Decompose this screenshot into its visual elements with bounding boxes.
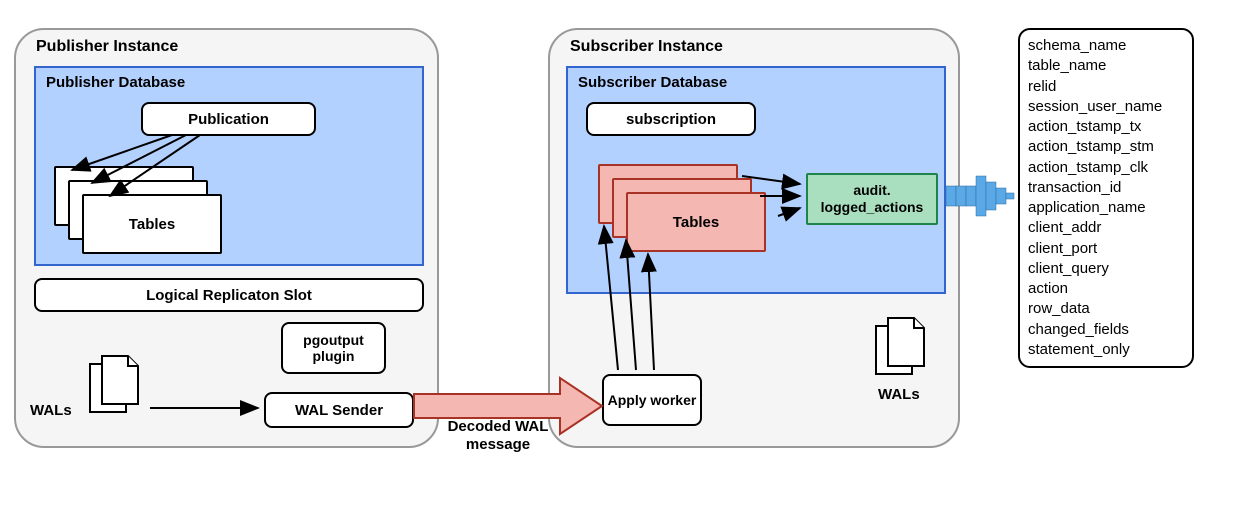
publisher-tables-stack: Tables — [54, 166, 214, 254]
subscriber-instance: Subscriber Instance Subscriber Database … — [548, 28, 960, 448]
field-item: action_tstamp_stm — [1028, 137, 1184, 157]
field-item: table_name — [1028, 56, 1184, 76]
pgoutput-box: pgoutput plugin — [281, 322, 386, 374]
decoded-wal-label: Decoded WAL message — [438, 418, 558, 454]
audit-box: audit. logged_actions — [806, 173, 938, 225]
publisher-instance-title: Publisher Instance — [36, 38, 178, 56]
pgoutput-label: pgoutput plugin — [283, 332, 384, 364]
subscriber-database: Subscriber Database subscription Tables … — [566, 66, 946, 294]
field-item: changed_fields — [1028, 320, 1184, 340]
apply-worker-label: Apply worker — [608, 392, 697, 408]
publisher-instance: Publisher Instance Publisher Database Pu… — [14, 28, 439, 448]
field-item: relid — [1028, 77, 1184, 97]
replication-slot-box: Logical Replicaton Slot — [34, 278, 424, 312]
publication-label: Publication — [188, 111, 269, 128]
subscription-box: subscription — [586, 102, 756, 136]
audit-label: audit. logged_actions — [808, 182, 936, 216]
field-item: row_data — [1028, 299, 1184, 319]
subscriber-tables-stack: Tables — [598, 164, 768, 254]
replication-slot-label: Logical Replicaton Slot — [146, 287, 312, 304]
publisher-database-title: Publisher Database — [46, 74, 185, 91]
field-item: statement_only — [1028, 340, 1184, 360]
field-item: client_port — [1028, 239, 1184, 259]
document-icon — [84, 350, 154, 420]
subscriber-tables-label: Tables — [673, 214, 719, 231]
field-item: application_name — [1028, 198, 1184, 218]
publisher-wals-label: WALs — [30, 402, 72, 419]
field-item: action_tstamp_tx — [1028, 117, 1184, 137]
field-item: client_query — [1028, 259, 1184, 279]
publisher-database: Publisher Database Publication Tables — [34, 66, 424, 266]
field-item: action — [1028, 279, 1184, 299]
subscriber-database-title: Subscriber Database — [578, 74, 727, 91]
field-item: transaction_id — [1028, 178, 1184, 198]
publication-box: Publication — [141, 102, 316, 136]
field-item: schema_name — [1028, 36, 1184, 56]
apply-worker-box: Apply worker — [602, 374, 702, 426]
fields-list: schema_nametable_namerelidsession_user_n… — [1018, 28, 1194, 368]
document-icon — [870, 312, 940, 382]
subscriber-wals-label: WALs — [878, 386, 920, 403]
field-item: session_user_name — [1028, 97, 1184, 117]
wal-sender-label: WAL Sender — [295, 402, 383, 419]
subscriber-instance-title: Subscriber Instance — [570, 38, 723, 56]
publisher-tables-label: Tables — [129, 216, 175, 233]
field-item: client_addr — [1028, 218, 1184, 238]
subscription-label: subscription — [626, 111, 716, 128]
wal-sender-box: WAL Sender — [264, 392, 414, 428]
field-item: action_tstamp_clk — [1028, 158, 1184, 178]
